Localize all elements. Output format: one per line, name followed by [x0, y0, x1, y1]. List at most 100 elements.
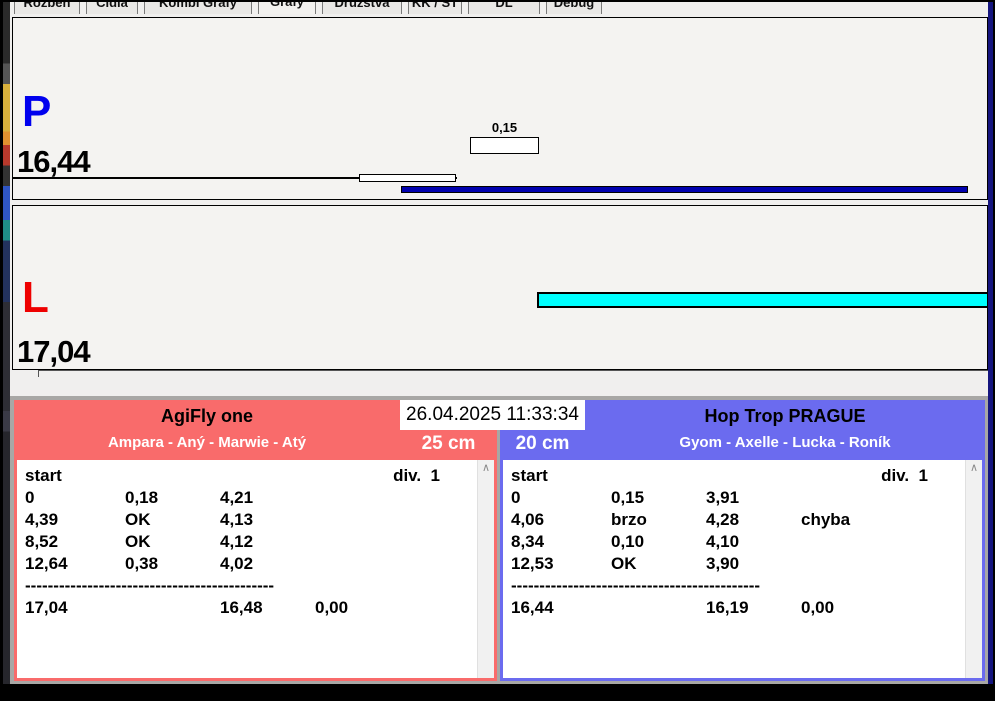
tab-cidla[interactable]: Čidla: [86, 2, 138, 14]
results-section: 26.04.2025 11:33:34 AgiFly one Ampara - …: [10, 396, 988, 684]
separator-line: [38, 370, 988, 377]
cell: 12,53: [511, 554, 554, 573]
scrollbar[interactable]: ∧: [965, 460, 982, 678]
team-left-name: AgiFly one: [160, 406, 253, 426]
scrollbar[interactable]: ∧: [477, 460, 494, 678]
cell: 4,10: [706, 532, 740, 551]
cell: OK: [611, 554, 637, 573]
cell: 0,38: [125, 554, 159, 573]
total-cell: 16,48: [220, 598, 263, 617]
total-cell: 17,04: [25, 598, 68, 617]
cell: 0,18: [125, 488, 159, 507]
header-start: start: [511, 466, 548, 485]
cell: 8,34: [511, 532, 545, 551]
team-right-table-content: start div. 1 0 0,15 3,91 4,06 brzo 4,28 chyba…: [511, 465, 956, 619]
cell: 4,21: [220, 488, 254, 507]
tab-rozbeh[interactable]: Rozběh: [14, 2, 80, 14]
scroll-up-icon[interactable]: ∧: [478, 462, 494, 474]
table-separator: ----------------------------------------…: [25, 576, 275, 595]
table-row: 12,53 OK 3,90: [511, 553, 956, 575]
datetime-display: 26.04.2025 11:33:34: [400, 400, 585, 430]
cell: 0,10: [611, 532, 645, 551]
table-row: 0 0,18 4,21: [25, 487, 468, 509]
team-panel-right: Hop Trop PRAGUE Gyom - Axelle - Lucka - …: [500, 400, 985, 681]
cell: 0: [25, 488, 35, 507]
window-right-edge: [988, 2, 993, 684]
table-row: 12,64 0,38 4,02: [25, 553, 468, 575]
cell: 0,15: [611, 488, 645, 507]
team-right-table: start div. 1 0 0,15 3,91 4,06 brzo 4,28 chyba…: [503, 460, 982, 678]
tab-bar: Rozběh Čidla Kombi Grafy Grafy Družstva …: [10, 2, 988, 14]
cell: 4,39: [25, 510, 59, 529]
table-separator: ----------------------------------------…: [511, 576, 761, 595]
cell: [315, 487, 468, 509]
cell: brzo: [611, 510, 647, 529]
cell: [801, 531, 956, 553]
tab-grafy[interactable]: Grafy: [258, 2, 316, 14]
table-row: 8,34 0,10 4,10: [511, 531, 956, 553]
header-div: div. 1: [881, 466, 928, 485]
table-row: 8,52 OK 4,12: [25, 531, 468, 553]
table-row: 4,39 OK 4,13: [25, 509, 468, 531]
header-start: start: [25, 466, 62, 485]
background-window-sliver: [3, 2, 10, 684]
total-cell: 16,44: [511, 598, 554, 617]
cell: OK: [125, 532, 151, 551]
cell: chyba: [801, 510, 851, 529]
cell: 4,06: [511, 510, 545, 529]
lane-l-letter: L: [22, 273, 49, 322]
cell: 4,12: [220, 532, 254, 551]
scroll-up-icon[interactable]: ∧: [966, 462, 982, 474]
table-row: 0 0,15 3,91: [511, 487, 956, 509]
tab-druzstva[interactable]: Družstva: [322, 2, 402, 14]
tab-label: DL: [495, 2, 513, 10]
team-left-table: start div. 1 0 0,18 4,21 4,39 OK 4,13 8,52 OK…: [17, 460, 494, 678]
cell: 0: [511, 488, 521, 507]
cell: 8,52: [25, 532, 59, 551]
team-left-table-content: start div. 1 0 0,18 4,21 4,39 OK 4,13 8,52 OK…: [25, 465, 468, 619]
tab-label: Grafy: [270, 2, 304, 9]
lane-l-progress-bar: [537, 292, 989, 308]
table-row: 4,06 brzo 4,28 chyba: [511, 509, 956, 531]
team-right-name: Hop Trop PRAGUE: [704, 406, 866, 426]
cell: [801, 487, 956, 509]
cell: [315, 509, 468, 531]
lane-p-progress-bar: [401, 186, 968, 193]
tab-kombi-grafy[interactable]: Kombi Grafy: [144, 2, 252, 14]
header-div: div. 1: [393, 466, 440, 485]
tab-dl[interactable]: DL: [468, 2, 540, 14]
team-panel-left: AgiFly one Ampara - Aný - Marwie - Atý 2…: [14, 400, 497, 681]
lane-p-gate-value: 0,15: [491, 120, 518, 135]
cell: 4,28: [706, 510, 740, 529]
lane-l-time: 17,04: [17, 334, 91, 369]
bottom-border: [0, 684, 995, 701]
lane-p-letter: P: [22, 87, 52, 136]
total-cell: 0,00: [801, 598, 835, 617]
lane-p-gate-box: [470, 137, 539, 154]
cell: 4,13: [220, 510, 254, 529]
cell: 3,91: [706, 488, 740, 507]
lane-panel-l: L 17,04: [12, 205, 989, 370]
cell: 4,02: [220, 554, 254, 573]
lane-p-track-marker: [359, 174, 456, 182]
cell: 3,90: [706, 554, 740, 573]
cell: 12,64: [25, 554, 68, 573]
tab-debug[interactable]: Debug: [546, 2, 602, 14]
tab-label: KK / ST: [411, 2, 459, 10]
cell: [315, 531, 468, 553]
total-cell: 0,00: [315, 598, 349, 617]
app-window: Rozběh Čidla Kombi Grafy Grafy Družstva …: [0, 0, 995, 701]
table-header-row: start div. 1: [511, 465, 956, 487]
team-left-jump-height: 25 cm: [421, 433, 476, 454]
total-cell: 16,19: [706, 598, 749, 617]
tab-label: Debug: [553, 2, 595, 10]
tab-label: Čidla: [96, 2, 128, 10]
table-totals-row: 17,04 16,48 0,00: [25, 597, 468, 619]
tab-label: Družstva: [334, 2, 390, 10]
tab-kk-st[interactable]: KK / ST: [408, 2, 462, 14]
team-left-members: Ampara - Aný - Marwie - Atý: [107, 434, 307, 451]
cell: [315, 553, 468, 575]
total-cell: [611, 597, 706, 619]
cell: [801, 553, 956, 575]
total-cell: [125, 597, 220, 619]
